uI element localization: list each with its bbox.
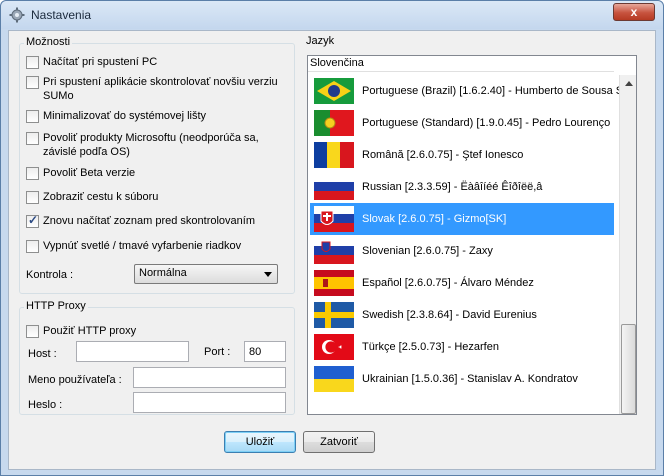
list-item[interactable]: Portuguese (Brazil) [1.6.2.40] - Humbert… — [310, 75, 636, 107]
turkey-flag-icon — [314, 334, 354, 360]
checkbox-box[interactable] — [26, 76, 39, 89]
checkbox-box[interactable] — [26, 132, 39, 145]
checkbox-show-file-path[interactable]: Zobraziť cestu k súboru — [26, 190, 158, 204]
http-proxy-group: HTTP Proxy Použiť HTTP proxy Host : Port… — [19, 300, 295, 415]
slovenia-flag-icon — [314, 238, 354, 264]
checkbox-label: Vypnúť svetlé / tmavé vyfarbenie riadkov — [43, 240, 242, 252]
settings-window: Nastavenia x Možnosti Načítať pri spuste… — [0, 0, 664, 476]
close-icon: x — [630, 5, 638, 19]
list-item-text: Swedish [2.3.8.64] - David Eurenius — [362, 309, 537, 321]
chevron-down-icon — [264, 272, 272, 277]
checkbox-label: Pri spustení aplikácie skontrolovať novš… — [43, 76, 278, 102]
list-item-text: Slovak [2.6.0.75] - Gizmo[SK] — [362, 213, 507, 225]
dialog-client-area: Možnosti Načítať pri spustení PC Pri spu… — [8, 30, 656, 470]
checkbox-disable-row-shading[interactable]: Vypnúť svetlé / tmavé vyfarbenie riadkov — [26, 239, 241, 253]
options-group-title: Možnosti — [24, 36, 73, 48]
list-item[interactable]: Ukrainian [1.5.0.36] - Stanislav A. Kond… — [310, 363, 614, 395]
port-input[interactable] — [244, 341, 286, 362]
checkbox-label: Znovu načítať zoznam pred skontrolovaním — [43, 215, 256, 227]
close-window-button[interactable]: x — [613, 3, 655, 21]
checkbox-allow-beta[interactable]: Povoliť Beta verzie — [26, 166, 135, 180]
checkbox-box-checked[interactable] — [26, 213, 39, 228]
checkbox-label: Zobraziť cestu k súboru — [43, 191, 159, 203]
chevron-up-icon — [625, 81, 633, 86]
gear-icon — [9, 7, 25, 23]
scroll-up-button[interactable] — [620, 75, 636, 92]
list-item[interactable]: Portuguese (Standard) [1.9.0.45] - Pedro… — [310, 107, 614, 139]
list-item-text: Portuguese (Standard) [1.9.0.45] - Pedro… — [362, 117, 611, 129]
checkbox-label: Načítať pri spustení PC — [43, 56, 158, 68]
list-item-text: Portuguese (Brazil) [1.6.2.40] - Humbert… — [362, 85, 637, 97]
list-item-selected[interactable]: Slovak [2.6.0.75] - Gizmo[SK] — [310, 203, 614, 235]
host-input[interactable] — [76, 341, 189, 362]
list-item-text: Ukrainian [1.5.0.36] - Stanislav A. Kond… — [362, 373, 578, 385]
list-item[interactable]: Română [2.6.0.75] - Ştef Ionesco — [310, 139, 614, 171]
sweden-flag-icon — [314, 302, 354, 328]
list-item[interactable]: Español [2.6.0.75] - Álvaro Méndez — [310, 267, 614, 299]
slovakia-flag-icon — [314, 206, 354, 232]
checkbox-box[interactable] — [26, 325, 39, 338]
username-label: Meno používateľa : — [28, 374, 122, 386]
port-label: Port : — [204, 346, 231, 358]
control-select-value: Normálna — [139, 267, 187, 279]
checkbox-box[interactable] — [26, 56, 39, 69]
title-bar[interactable]: Nastavenia x — [1, 1, 663, 29]
selected-language-text: Slovenčina — [310, 57, 364, 69]
scroll-thumb[interactable] — [621, 324, 636, 414]
language-group-title: Jazyk — [304, 35, 337, 47]
checkbox-box[interactable] — [26, 191, 39, 204]
selected-language-header: Slovenčina — [308, 56, 614, 72]
control-select[interactable]: Normálna — [134, 264, 278, 284]
options-group: Možnosti Načítať pri spustení PC Pri spu… — [19, 36, 295, 294]
checkbox-use-http-proxy[interactable]: Použiť HTTP proxy — [26, 324, 136, 338]
checkbox-box[interactable] — [26, 240, 39, 253]
username-input[interactable] — [133, 367, 286, 388]
list-item[interactable]: Türkçe [2.5.0.73] - Hezarfen — [310, 331, 614, 363]
checkbox-reload-list[interactable]: Znovu načítať zoznam pred skontrolovaním — [26, 213, 256, 228]
password-input[interactable] — [133, 392, 286, 413]
control-label: Kontrola : — [26, 269, 74, 281]
http-proxy-group-title: HTTP Proxy — [24, 300, 88, 312]
checkbox-allow-microsoft[interactable]: Povoliť produkty Microsoftu (neodporúča … — [26, 131, 276, 159]
list-item-text: Español [2.6.0.75] - Álvaro Méndez — [362, 277, 534, 289]
checkbox-box[interactable] — [26, 110, 39, 123]
list-item[interactable]: Swedish [2.3.8.64] - David Eurenius — [310, 299, 614, 331]
language-list[interactable]: Slovenčina Portuguese (Brazil) [1.6.2.40… — [307, 55, 637, 415]
list-item[interactable]: Russian [2.3.3.59] - Ëàâîíéé Êîðîëë,â — [310, 171, 614, 203]
checkbox-load-on-startup[interactable]: Načítať pri spustení PC — [26, 55, 157, 69]
checkbox-label: Minimalizovať do systémovej lišty — [43, 110, 207, 122]
checkbox-check-update-on-start[interactable]: Pri spustení aplikácie skontrolovať novš… — [26, 75, 288, 103]
ukraine-flag-icon — [314, 366, 354, 392]
host-label: Host : — [28, 348, 57, 360]
list-item-text: Slovenian [2.6.0.75] - Zaxy — [362, 245, 493, 257]
checkbox-minimize-to-tray[interactable]: Minimalizovať do systémovej lišty — [26, 109, 206, 123]
list-item-text: Română [2.6.0.75] - Ştef Ionesco — [362, 149, 524, 161]
checkbox-label: Povoliť produkty Microsoftu (neodporúča … — [43, 132, 259, 158]
russia-flag-icon — [314, 174, 354, 200]
brazil-flag-icon — [314, 78, 354, 104]
list-item[interactable]: Slovenian [2.6.0.75] - Zaxy — [310, 235, 614, 267]
save-button[interactable]: Uložiť — [224, 431, 296, 453]
password-label: Heslo : — [28, 399, 63, 411]
checkbox-box[interactable] — [26, 167, 39, 180]
window-title: Nastavenia — [31, 8, 92, 22]
list-item-text: Russian [2.3.3.59] - Ëàâîíéé Êîðîëë,â — [362, 181, 543, 193]
romania-flag-icon — [314, 142, 354, 168]
checkbox-label: Použiť HTTP proxy — [43, 325, 137, 337]
portugal-flag-icon — [314, 110, 354, 136]
list-item-text: Türkçe [2.5.0.73] - Hezarfen — [362, 341, 499, 353]
spain-flag-icon — [314, 270, 354, 296]
language-list-scrollbar[interactable] — [619, 75, 636, 414]
checkbox-label: Povoliť Beta verzie — [43, 167, 136, 179]
close-button[interactable]: Zatvoriť — [303, 431, 375, 453]
